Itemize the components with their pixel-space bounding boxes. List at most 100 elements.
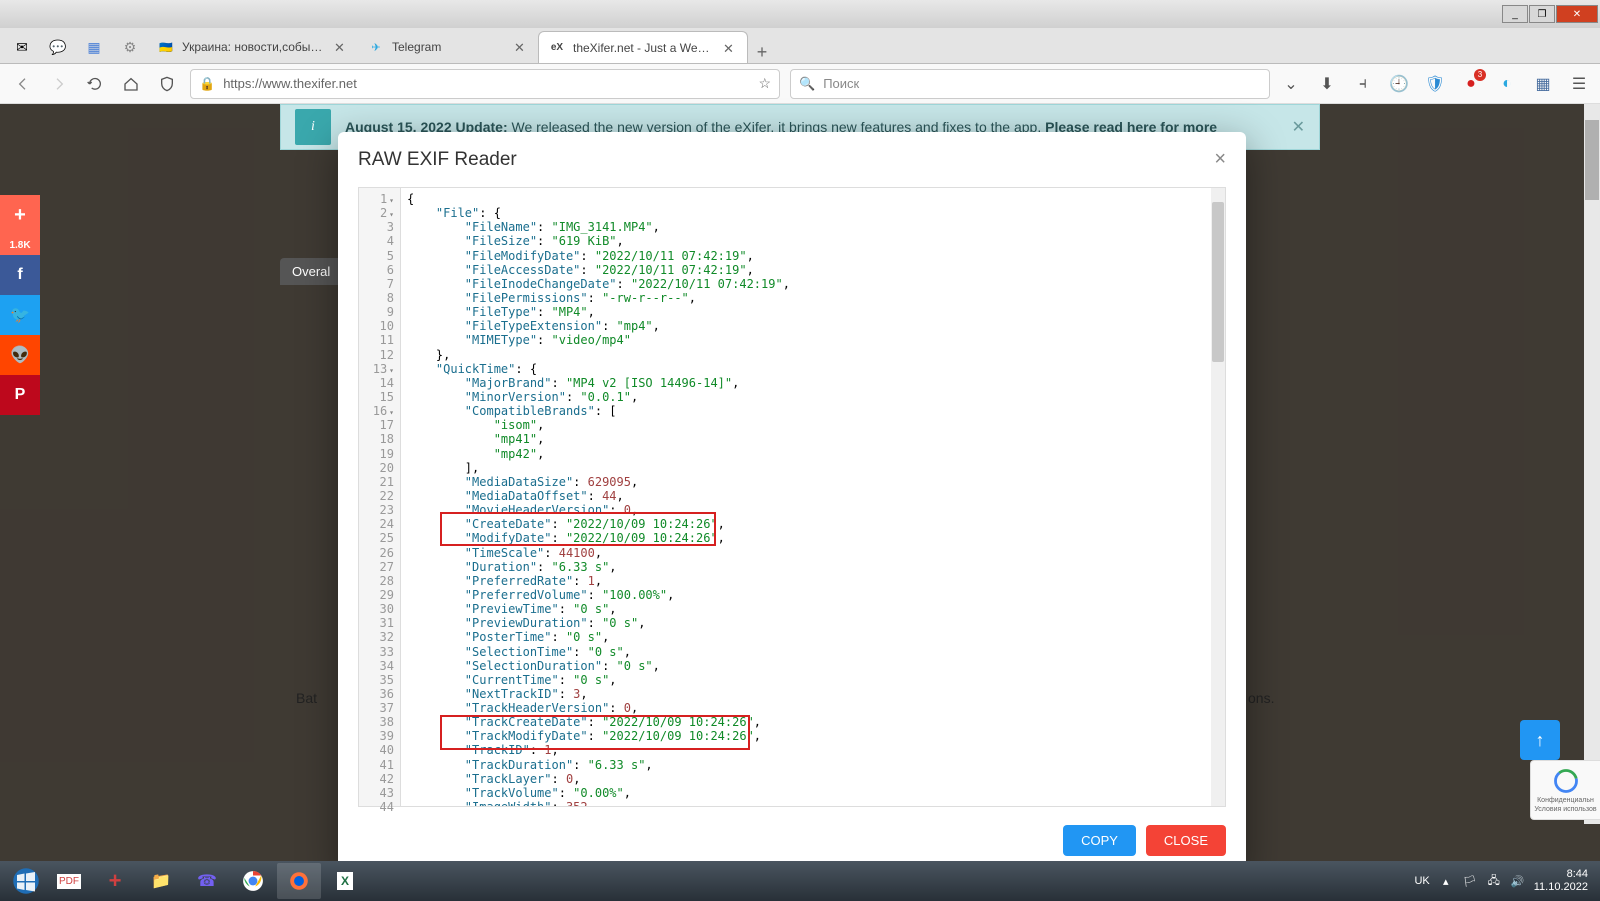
abp-button[interactable]: ●3 (1460, 73, 1482, 95)
tray-language[interactable]: UK (1414, 875, 1429, 887)
line-gutter: 1234567891011121314151617181920212223242… (359, 188, 401, 806)
ext1-icon: ◐ (1502, 75, 1512, 93)
window-titlebar: _ ❐ ✕ (0, 0, 1600, 28)
window-close-button[interactable]: ✕ (1556, 5, 1598, 23)
privacy-button[interactable]: 🛡 (1424, 73, 1446, 95)
task-pdf[interactable]: PDF (47, 863, 91, 899)
start-button[interactable] (6, 863, 46, 899)
tab-thexifer[interactable]: eX theXifer.net - Just a Web Based ✕ (538, 31, 748, 63)
ext1-button[interactable]: ◐ (1496, 73, 1518, 95)
code-scrollbar[interactable] (1211, 188, 1225, 806)
recaptcha-icon (1552, 767, 1580, 795)
clock-icon: 🕘 (1389, 74, 1409, 94)
page-scroll-thumb[interactable] (1585, 120, 1599, 200)
share-plus-button[interactable]: + (0, 195, 40, 235)
code-scroll-thumb[interactable] (1212, 202, 1224, 362)
home-button[interactable] (118, 71, 144, 97)
chrome-icon (242, 870, 264, 892)
share-count: 1.8K (0, 235, 40, 255)
toolbar-actions: ⌄ ⬇ ⫞ 🕘 🛡 ●3 ◐ ▦ ☰ (1280, 73, 1590, 95)
lock-icon: 🔒 (199, 76, 215, 92)
browser-tabstrip: ✉ 💬 ▦ ⚙ 🇺🇦 Украина: новости,события, по … (0, 28, 1600, 64)
tab-telegram[interactable]: ✈ Telegram ✕ (358, 31, 538, 63)
tray-flag-icon[interactable]: 🏳 (1462, 873, 1478, 889)
pinned-tab-chat[interactable]: 💬 (41, 31, 75, 63)
reddit-icon: 👽 (10, 345, 30, 365)
tray-clock[interactable]: 8:44 11.10.2022 (1534, 868, 1588, 894)
task-viber[interactable]: ☎ (185, 863, 229, 899)
windows-logo-icon (11, 866, 41, 896)
system-tray: UK ▴ 🏳 🖧 🔊 8:44 11.10.2022 (1414, 868, 1594, 894)
pinned-tab-gear[interactable]: ⚙ (113, 31, 147, 63)
arrow-left-icon (15, 76, 31, 92)
pocket-icon: ⌄ (1284, 74, 1297, 94)
modal-title: RAW EXIF Reader (358, 149, 517, 171)
browser-toolbar: 🔒 https://www.thexifer.net ☆ 🔍 Поиск ⌄ ⬇… (0, 64, 1600, 104)
pinned-tab-mail[interactable]: ✉ (5, 31, 39, 63)
share-facebook-button[interactable]: f (0, 255, 40, 295)
tray-chevron-icon[interactable]: ▴ (1438, 873, 1454, 889)
share-reddit-button[interactable]: 👽 (0, 335, 40, 375)
folder-icon: 📁 (151, 871, 171, 891)
alert-close-icon[interactable]: ✕ (1292, 117, 1305, 137)
recaptcha-l2: Условия использов (1534, 806, 1596, 813)
firefox-icon (288, 870, 310, 892)
bg-text-batch: Bat (296, 690, 317, 706)
bg-text-tail: ons. (1248, 690, 1274, 706)
page-scrollbar[interactable] (1584, 104, 1600, 824)
library-button[interactable]: ⫞ (1352, 73, 1374, 95)
task-firefox[interactable] (277, 863, 321, 899)
back-button[interactable] (10, 71, 36, 97)
pinned-tab-doc[interactable]: ▦ (77, 31, 111, 63)
viber-icon: ☎ (197, 871, 217, 891)
forward-button[interactable] (46, 71, 72, 97)
pdf-icon: PDF (57, 874, 81, 889)
task-plus[interactable]: + (93, 863, 137, 899)
shield-button[interactable] (154, 71, 180, 97)
task-excel[interactable]: X (323, 863, 367, 899)
window-maximize-button[interactable]: ❐ (1529, 5, 1555, 23)
plus-icon: + (109, 868, 122, 894)
tray-date: 11.10.2022 (1534, 881, 1588, 894)
recaptcha-l1: Конфиденциальн (1537, 797, 1594, 804)
menu-button[interactable]: ☰ (1568, 73, 1590, 95)
tab-ukraine-news[interactable]: 🇺🇦 Украина: новости,события, по ✕ (148, 31, 358, 63)
task-explorer[interactable]: 📁 (139, 863, 183, 899)
excel-icon: X (337, 872, 353, 890)
modal-close-icon[interactable]: × (1214, 148, 1226, 171)
share-twitter-button[interactable]: 🐦 (0, 295, 40, 335)
hamburger-icon: ☰ (1572, 74, 1586, 94)
ext2-icon: ▦ (1535, 74, 1550, 94)
copy-button[interactable]: COPY (1063, 825, 1136, 856)
downloads-button[interactable]: ⬇ (1316, 73, 1338, 95)
tab-close-icon[interactable]: ✕ (514, 40, 528, 54)
code-content[interactable]: { "File": { "FileName": "IMG_3141.MP4", … (401, 188, 1225, 806)
tab-label: Telegram (392, 40, 506, 54)
background-tab-overall[interactable]: Overal (280, 258, 342, 285)
scroll-to-top-button[interactable]: ↑ (1520, 720, 1560, 760)
pocket-button[interactable]: ⌄ (1280, 73, 1302, 95)
tab-close-icon[interactable]: ✕ (723, 41, 737, 55)
ext2-button[interactable]: ▦ (1532, 73, 1554, 95)
url-text: https://www.thexifer.net (223, 76, 750, 91)
reload-button[interactable] (82, 71, 108, 97)
shield-small-icon: 🛡 (1425, 74, 1445, 94)
url-bar[interactable]: 🔒 https://www.thexifer.net ☆ (190, 69, 780, 99)
window-minimize-button[interactable]: _ (1502, 5, 1528, 23)
history-button[interactable]: 🕘 (1388, 73, 1410, 95)
share-pinterest-button[interactable]: P (0, 375, 40, 415)
search-bar[interactable]: 🔍 Поиск (790, 69, 1270, 99)
bookmark-star-icon[interactable]: ☆ (758, 75, 771, 92)
ukraine-flag-icon: 🇺🇦 (158, 39, 174, 55)
new-tab-button[interactable]: + (748, 42, 776, 63)
tab-label: theXifer.net - Just a Web Based (573, 41, 715, 55)
tray-volume-icon[interactable]: 🔊 (1510, 873, 1526, 889)
tray-network-icon[interactable]: 🖧 (1486, 873, 1502, 889)
ex-favicon: eX (549, 40, 565, 56)
close-button[interactable]: CLOSE (1146, 825, 1226, 856)
recaptcha-badge[interactable]: Конфиденциальн Условия использов (1530, 760, 1600, 820)
social-sidebar: + 1.8K f 🐦 👽 P (0, 195, 40, 415)
tab-close-icon[interactable]: ✕ (334, 40, 348, 54)
task-chrome[interactable] (231, 863, 275, 899)
library-icon: ⫞ (1359, 75, 1367, 93)
